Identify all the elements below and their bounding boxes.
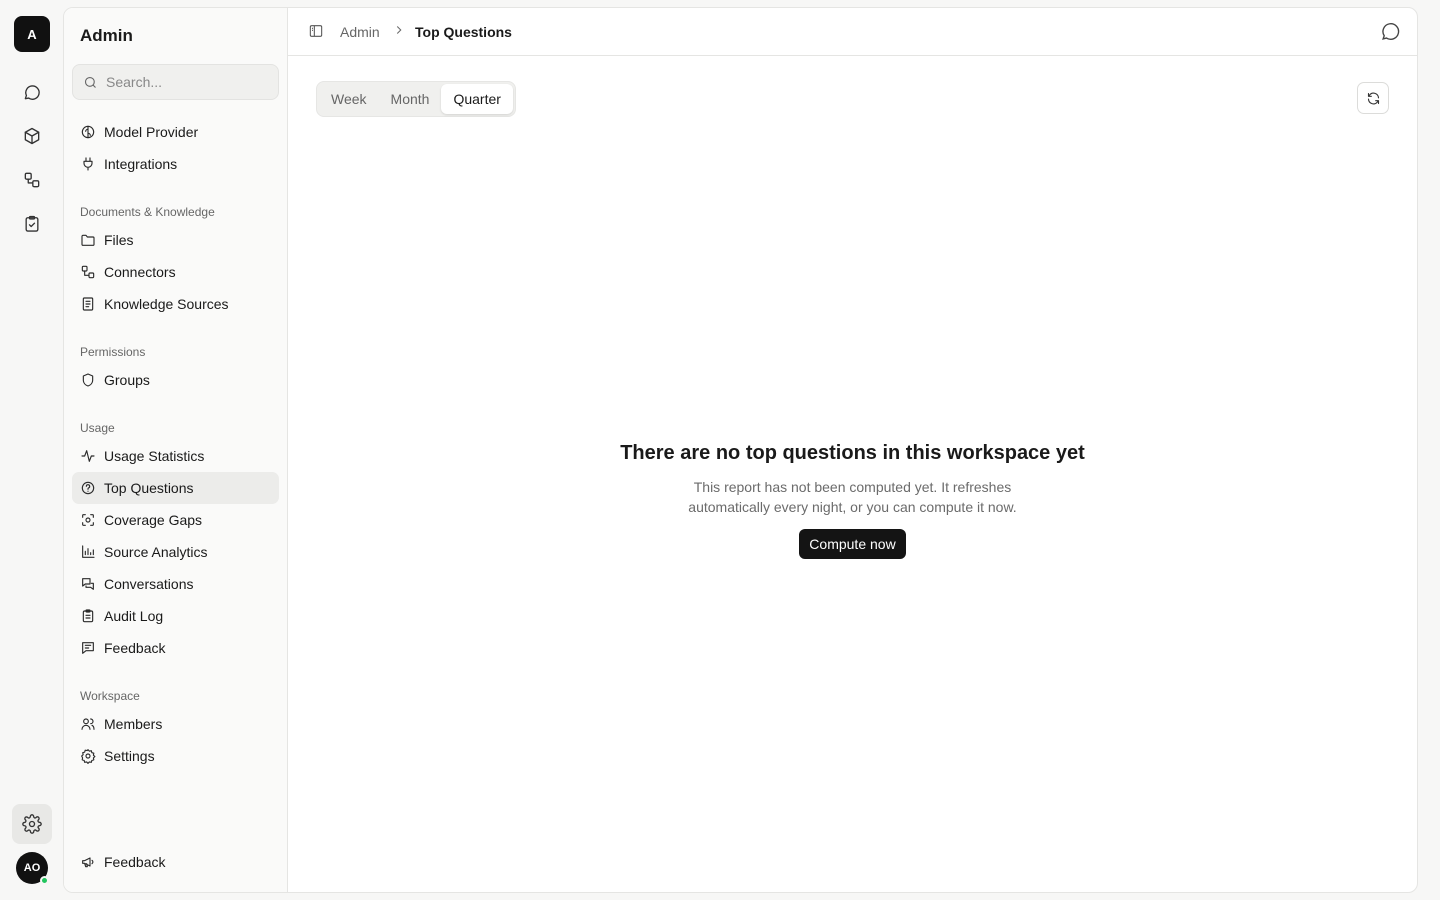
shield-icon (82, 373, 94, 387)
sidebar-item-usage-statistics[interactable]: Usage Statistics (72, 440, 279, 472)
refresh-button[interactable] (1357, 82, 1389, 114)
sidebar-item-files[interactable]: Files (72, 224, 279, 256)
tab-quarter[interactable]: Quarter (441, 84, 513, 114)
sidebar-toggle-button[interactable] (308, 23, 326, 41)
sidebar-item-members[interactable]: Members (72, 708, 279, 740)
user-avatar[interactable]: AO (16, 852, 49, 885)
topbar: Admin Top Questions (288, 8, 1417, 56)
admin-panel: Admin Model Provider Integrations Docume… (63, 7, 1418, 893)
folder-icon (81, 234, 95, 246)
admin-sidebar: Admin Model Provider Integrations Docume… (64, 8, 288, 892)
sidebar-toggle-icon (309, 25, 323, 37)
messages-icon (82, 578, 94, 590)
sidebar-item-label: Groups (104, 372, 150, 388)
online-status-dot (40, 876, 49, 885)
bar-chart-icon (82, 545, 95, 558)
clipboard-list-icon (82, 609, 94, 623)
tab-month[interactable]: Month (379, 84, 442, 114)
section-label-usage: Usage (80, 421, 115, 435)
breadcrumb-current: Top Questions (415, 24, 512, 40)
period-selector: Week Month Quarter (316, 81, 516, 117)
sidebar-item-label: Connectors (104, 264, 176, 280)
gear-icon (81, 749, 96, 764)
scan-icon (82, 514, 94, 526)
message-text-icon (82, 642, 94, 654)
tasks-rail-button[interactable] (12, 204, 52, 244)
sidebar-item-model-provider[interactable]: Model Provider (72, 116, 279, 148)
gear-icon (22, 814, 42, 834)
workflow-icon (24, 172, 40, 188)
sidebar-item-label: Integrations (104, 156, 178, 172)
megaphone-icon (82, 857, 94, 868)
sidebar-item-top-questions[interactable]: Top Questions (72, 472, 279, 504)
sidebar-item-label: Model Provider (104, 124, 199, 140)
sidebar-search[interactable] (72, 64, 279, 100)
sidebar-title: Admin (80, 26, 133, 45)
sidebar-item-label: Knowledge Sources (104, 296, 229, 312)
clipboard-check-icon (25, 215, 39, 232)
chat-bubble-icon (1382, 23, 1400, 40)
sidebar-item-label: Source Analytics (104, 544, 208, 560)
empty-state-title: There are no top questions in this works… (620, 442, 1085, 464)
sidebar-item-label: Coverage Gaps (104, 512, 203, 528)
brain-icon (81, 125, 95, 139)
sidebar-item-label: Usage Statistics (104, 448, 205, 464)
section-label-permissions: Permissions (80, 345, 146, 359)
connector-icon (81, 265, 95, 279)
sidebar-item-label: Conversations (104, 576, 194, 592)
plug-icon (83, 157, 93, 171)
search-icon (84, 76, 96, 88)
sidebar-item-knowledge-sources[interactable]: Knowledge Sources (72, 288, 279, 320)
sidebar-item-label: Members (104, 716, 163, 732)
workflow-rail-button[interactable] (12, 160, 52, 200)
sidebar-item-integrations[interactable]: Integrations (72, 148, 279, 180)
chat-rail-button[interactable] (12, 72, 52, 112)
empty-state-description: This report has not been computed yet. I… (688, 479, 1017, 515)
sidebar-item-coverage-gaps[interactable]: Coverage Gaps (72, 504, 279, 536)
sidebar-item-label: Top Questions (104, 480, 194, 496)
users-icon (81, 718, 95, 730)
question-circle-icon (81, 481, 95, 495)
sidebar-item-label: Files (104, 232, 134, 248)
refresh-icon (1367, 92, 1379, 104)
agents-rail-button[interactable] (12, 116, 52, 156)
sidebar-item-label: Feedback (104, 854, 166, 870)
settings-rail-button[interactable] (12, 804, 52, 844)
sidebar-item-conversations[interactable]: Conversations (72, 568, 279, 600)
sidebar-item-label: Feedback (104, 640, 166, 656)
sidebar-item-connectors[interactable]: Connectors (72, 256, 279, 288)
search-input[interactable] (106, 74, 266, 90)
compute-now-button[interactable]: Compute now (799, 529, 906, 559)
sidebar-item-label: Audit Log (104, 608, 164, 624)
tab-week[interactable]: Week (319, 84, 379, 114)
app-rail: A AO (0, 0, 64, 900)
chat-icon (24, 85, 40, 100)
breadcrumb-root[interactable]: Admin (340, 24, 380, 40)
cube-icon (24, 127, 40, 145)
book-icon (82, 297, 94, 311)
section-label-documents: Documents & Knowledge (80, 205, 215, 219)
section-label-workspace: Workspace (80, 689, 140, 703)
chevron-right-icon (392, 23, 406, 37)
assistant-chat-button[interactable] (1379, 21, 1401, 43)
avatar-initials: AO (23, 862, 41, 874)
activity-icon (81, 450, 95, 462)
sidebar-item-groups[interactable]: Groups (72, 364, 279, 396)
sidebar-item-source-analytics[interactable]: Source Analytics (72, 536, 279, 568)
sidebar-item-label: Settings (104, 748, 155, 764)
workspace-badge[interactable]: A (14, 16, 50, 52)
sidebar-item-feedback[interactable]: Feedback (72, 632, 279, 664)
sidebar-footer-feedback[interactable]: Feedback (72, 846, 279, 878)
sidebar-item-audit-log[interactable]: Audit Log (72, 600, 279, 632)
main-content: Admin Top Questions Week Month Quarter T… (288, 8, 1417, 892)
empty-state: There are no top questions in this works… (288, 442, 1417, 559)
sidebar-item-settings[interactable]: Settings (72, 740, 279, 772)
